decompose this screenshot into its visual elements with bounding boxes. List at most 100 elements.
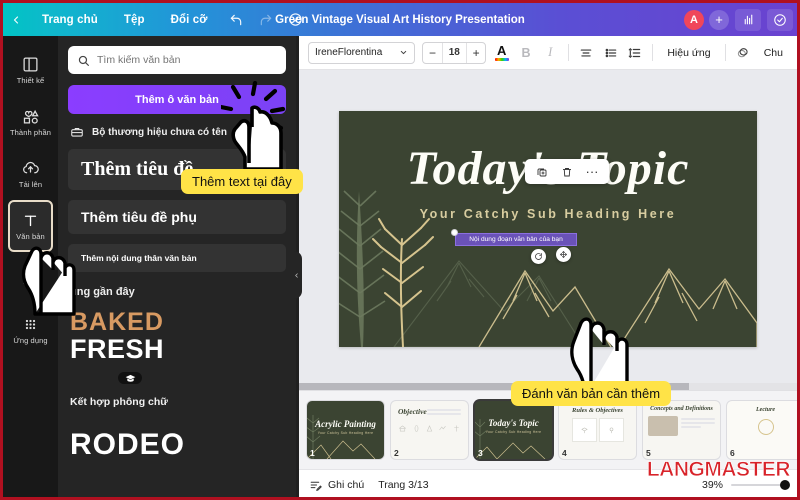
move-icon[interactable] <box>556 247 571 262</box>
text-style-label: Thêm tiêu đề phụ <box>81 209 197 225</box>
undo-icon[interactable] <box>221 8 251 32</box>
top-toolbar: Trang chủ Tệp Đổi cỡ Green Vintage Visua… <box>3 3 797 36</box>
slide-canvas[interactable]: Today's Topic Your Catchy Sub Heading He… <box>339 111 757 347</box>
thumbnail-title: Today's Topic <box>488 418 539 428</box>
sidebar-item-label: Văn bản <box>16 231 45 241</box>
more-dots-icon[interactable]: ··· <box>586 165 599 178</box>
folder-icon <box>22 270 39 287</box>
font-family-select[interactable]: IreneFlorentina <box>308 41 416 64</box>
thumbnail-sub: Your Catchy Sub Heading Here <box>317 431 374 435</box>
add-textbox-button[interactable]: Thêm ô văn bản <box>68 85 286 114</box>
cloud-saved-icon[interactable] <box>281 8 311 32</box>
sidebar-item-design[interactable]: Thiết kế <box>3 44 58 96</box>
thumbnail-number: 6 <box>730 448 735 458</box>
top-right-actions: A + <box>684 8 797 31</box>
callout-canvas-hint: Đánh văn bản cần thêm <box>511 381 672 406</box>
add-collaborator-button[interactable]: + <box>709 9 729 30</box>
duplicate-icon[interactable] <box>536 166 548 178</box>
canva-editor-window: Trang chủ Tệp Đổi cỡ Green Vintage Visua… <box>0 0 800 500</box>
check-circle-icon[interactable] <box>767 8 793 31</box>
toolbar-divider <box>724 44 726 61</box>
line-spacing-icon[interactable] <box>626 42 643 64</box>
font-size-value[interactable]: 18 <box>441 42 468 63</box>
upload-cloud-icon <box>22 160 39 177</box>
thumbnail-title: Concepts and Definitions <box>650 406 713 412</box>
back-icon[interactable] <box>3 14 29 26</box>
thumbnail-title: Rules & Objectives <box>572 407 623 414</box>
redo-icon[interactable] <box>251 8 281 32</box>
element-context-menu: ··· <box>525 159 609 184</box>
format-toolbar: IreneFlorentina − 18 + A B I Hiệu ứng Ch… <box>299 36 797 70</box>
sidebar-item-apps[interactable]: Ứng dụng <box>3 304 58 356</box>
toolbar-divider <box>652 44 654 61</box>
sidebar-item-elements[interactable]: Thành phần <box>3 96 58 148</box>
chevron-down-icon <box>399 48 408 57</box>
rotate-icon[interactable] <box>531 249 546 264</box>
slide-thumbnail[interactable]: Rules & Objectives 4 <box>559 401 636 459</box>
combo-word-2: FRESH <box>70 334 165 364</box>
slide-thumbnail-selected[interactable]: Today's Topic Your Catchy Sub Heading He… <box>475 401 552 459</box>
thumbnail-title: Lecture <box>756 407 775 413</box>
font-size-decrease[interactable]: − <box>423 43 441 63</box>
graduation-cap-icon <box>118 372 142 385</box>
text-style-label: Thêm nội dung thân văn bản <box>81 253 197 263</box>
sidebar-item-label: Tải lên <box>18 179 43 189</box>
sidebar-item-text[interactable]: Văn bản <box>8 200 53 252</box>
bullet-list-icon[interactable] <box>602 42 619 64</box>
font-combo-label: Kết hợp phông chữ <box>70 396 168 409</box>
bold-button[interactable]: B <box>517 42 534 64</box>
search-input[interactable] <box>97 54 277 66</box>
brand-kit-label: Bộ thương hiệu chưa có tên <box>92 126 227 138</box>
notes-button[interactable]: Ghi chú <box>309 479 364 492</box>
slide-thumbnail[interactable]: Concepts and Definitions 5 <box>643 401 720 459</box>
callout-panel-hint: Thêm text tại đây <box>181 169 303 194</box>
search-bar[interactable] <box>68 46 286 74</box>
shapes-icon <box>22 108 39 125</box>
slide-thumbnail[interactable]: Objective 2 <box>391 401 468 459</box>
menu-item-resize[interactable]: Đổi cỡ <box>158 14 221 26</box>
slide-subheading[interactable]: Your Catchy Sub Heading Here <box>339 207 757 221</box>
animate-label[interactable]: Chu <box>759 47 788 59</box>
italic-button[interactable]: I <box>542 42 559 64</box>
font-size-stepper[interactable]: − 18 + <box>422 41 487 64</box>
slide-thumbnail[interactable]: Acrylic Painting Your Catchy Sub Heading… <box>307 401 384 459</box>
effects-button[interactable]: Hiệu ứng <box>662 47 715 59</box>
font-size-increase[interactable]: + <box>467 43 485 63</box>
italic-label: I <box>548 45 553 59</box>
thumbnail-number: 1 <box>310 448 315 458</box>
selected-textbox[interactable]: Nội dung đoạn văn bản của bạn <box>451 229 577 246</box>
font-family-value: IreneFlorentina <box>315 47 383 58</box>
resize-handle[interactable] <box>451 229 458 236</box>
selected-textbox-value: Nội dung đoạn văn bản của bạn <box>469 236 563 243</box>
sidebar-item-uploads[interactable]: Tải lên <box>3 148 58 200</box>
left-rail: Thiết kế Thành phần Tải lên Văn bản Ứng … <box>3 36 58 497</box>
bold-label: B <box>521 45 531 60</box>
font-combo-card[interactable]: BAKED FRESH Kết hợp phông chữ RODEO <box>68 310 286 462</box>
slide-thumbnail[interactable]: Lecture 6 <box>727 401 797 459</box>
apps-grid-icon <box>22 316 39 333</box>
toolbar-divider <box>567 44 569 61</box>
analytics-icon[interactable] <box>735 8 761 31</box>
text-style-body[interactable]: Thêm nội dung thân văn bản <box>68 244 286 272</box>
menu-item-file[interactable]: Tệp <box>111 14 158 26</box>
animate-icon[interactable] <box>734 42 751 64</box>
trash-icon[interactable] <box>561 166 573 178</box>
page-indicator: Trang 3/13 <box>378 479 429 491</box>
sidebar-item-label: Ứng dụng <box>13 335 48 345</box>
align-center-icon[interactable] <box>578 42 595 64</box>
brand-kit-row[interactable]: Bộ thương hiệu chưa có tên <box>68 125 286 139</box>
thumbnail-sub: Your Catchy Sub Heading Here <box>485 430 542 434</box>
zoom-slider[interactable] <box>731 479 790 490</box>
panel-collapse-handle[interactable] <box>291 251 302 299</box>
thumbnail-number: 3 <box>478 448 483 458</box>
sidebar-item-projects[interactable] <box>3 252 58 304</box>
text-color-A-icon[interactable]: A <box>493 42 510 64</box>
thumbnail-title: Acrylic Painting <box>315 419 376 429</box>
menu-item-home[interactable]: Trang chủ <box>29 14 111 26</box>
canvas-area: Today's Topic Your Catchy Sub Heading He… <box>299 70 797 388</box>
briefcase-icon <box>70 125 84 139</box>
avatar[interactable]: A <box>684 9 704 30</box>
thumbnail-number: 2 <box>394 448 399 458</box>
text-style-subheading[interactable]: Thêm tiêu đề phụ <box>68 200 286 234</box>
thumbnail-number: 4 <box>562 448 567 458</box>
